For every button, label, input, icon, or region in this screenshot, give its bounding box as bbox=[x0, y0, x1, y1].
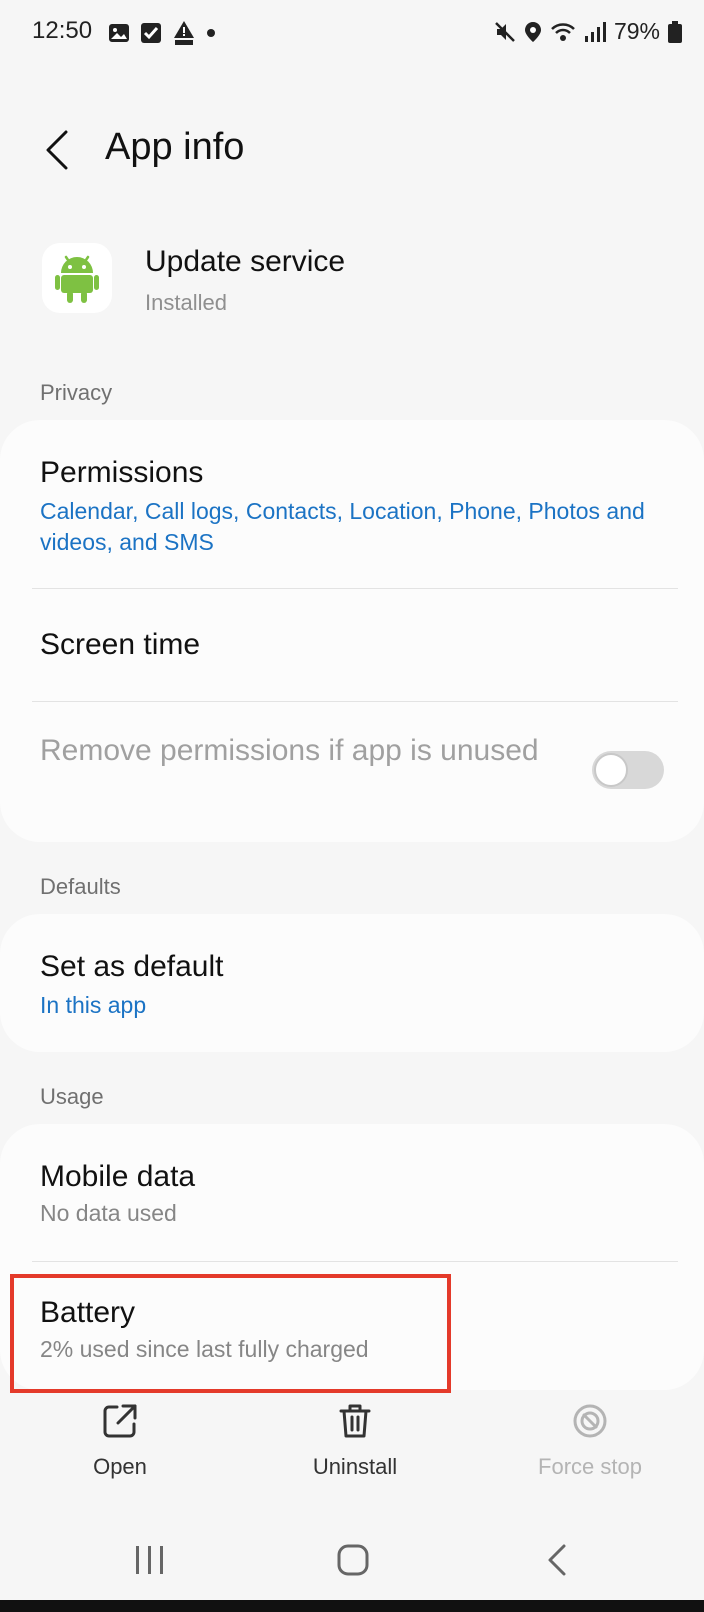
mobile-data-item[interactable]: Mobile data No data used bbox=[40, 1160, 664, 1227]
set-as-default-item[interactable]: Set as default In this app bbox=[40, 950, 664, 1021]
divider bbox=[32, 1261, 678, 1262]
bottom-edge bbox=[0, 1600, 704, 1612]
screen-time-item[interactable]: Screen time bbox=[40, 628, 664, 662]
app-status: Installed bbox=[145, 290, 227, 315]
checkbox-icon bbox=[141, 23, 161, 43]
status-right-icons: 79% bbox=[494, 18, 682, 45]
android-icon bbox=[55, 255, 99, 303]
battery-highlight-box bbox=[10, 1274, 451, 1393]
page-title: App info bbox=[105, 126, 245, 168]
open-label: Open bbox=[93, 1454, 147, 1479]
home-icon bbox=[337, 1544, 369, 1576]
defaults-card: Set as default In this app bbox=[0, 914, 704, 1052]
nav-back-button[interactable] bbox=[512, 1520, 602, 1600]
section-label-defaults: Defaults bbox=[40, 874, 121, 899]
app-name: Update service bbox=[145, 245, 346, 278]
open-external-icon bbox=[103, 1404, 137, 1438]
battery-icon bbox=[668, 20, 682, 43]
battery-percent: 79% bbox=[613, 18, 660, 44]
uninstall-button[interactable]: Uninstall bbox=[265, 1402, 445, 1480]
section-label-usage: Usage bbox=[40, 1084, 104, 1109]
app-icon bbox=[42, 243, 112, 313]
navigation-bar bbox=[0, 1520, 704, 1600]
screen-time-title: Screen time bbox=[40, 628, 201, 661]
signal-icon bbox=[584, 21, 606, 42]
force-stop-icon bbox=[573, 1404, 607, 1438]
remove-permissions-toggle[interactable] bbox=[592, 751, 664, 789]
gallery-icon bbox=[109, 24, 129, 42]
trash-icon bbox=[339, 1404, 371, 1438]
recent-apps-button[interactable] bbox=[105, 1520, 195, 1600]
open-button[interactable]: Open bbox=[30, 1402, 210, 1480]
remove-permissions-item[interactable]: Remove permissions if app is unused bbox=[40, 732, 554, 770]
force-stop-label: Force stop bbox=[538, 1454, 642, 1479]
status-time: 12:50 bbox=[32, 17, 93, 44]
weather-alert-icon bbox=[174, 21, 194, 45]
home-button[interactable] bbox=[308, 1520, 398, 1600]
recent-apps-icon bbox=[136, 1546, 163, 1574]
divider bbox=[32, 588, 678, 589]
mobile-data-summary: No data used bbox=[40, 1200, 177, 1226]
location-icon bbox=[524, 21, 541, 42]
toggle-knob bbox=[594, 753, 628, 787]
permissions-summary: Calendar, Call logs, Contacts, Location,… bbox=[40, 498, 645, 555]
status-left-icons bbox=[108, 20, 216, 46]
permissions-title: Permissions bbox=[40, 456, 204, 489]
back-button[interactable] bbox=[34, 124, 80, 176]
uninstall-label: Uninstall bbox=[312, 1454, 398, 1479]
dot-icon bbox=[207, 29, 215, 37]
back-arrow-icon bbox=[548, 1544, 566, 1576]
chevron-left-icon bbox=[46, 130, 68, 170]
divider bbox=[32, 701, 678, 702]
permissions-item[interactable]: Permissions Calendar, Call logs, Contact… bbox=[40, 456, 664, 558]
wifi-icon bbox=[551, 22, 575, 41]
mute-icon bbox=[495, 21, 515, 42]
force-stop-button: Force stop bbox=[500, 1402, 680, 1480]
section-label-privacy: Privacy bbox=[40, 380, 113, 405]
privacy-card: Permissions Calendar, Call logs, Contact… bbox=[0, 420, 704, 842]
status-bar: 12:50 79% bbox=[0, 0, 704, 66]
mobile-data-title: Mobile data bbox=[40, 1160, 196, 1193]
set-as-default-title: Set as default bbox=[40, 950, 224, 983]
set-as-default-summary: In this app bbox=[40, 992, 147, 1018]
remove-permissions-title: Remove permissions if app is unused bbox=[40, 734, 539, 767]
